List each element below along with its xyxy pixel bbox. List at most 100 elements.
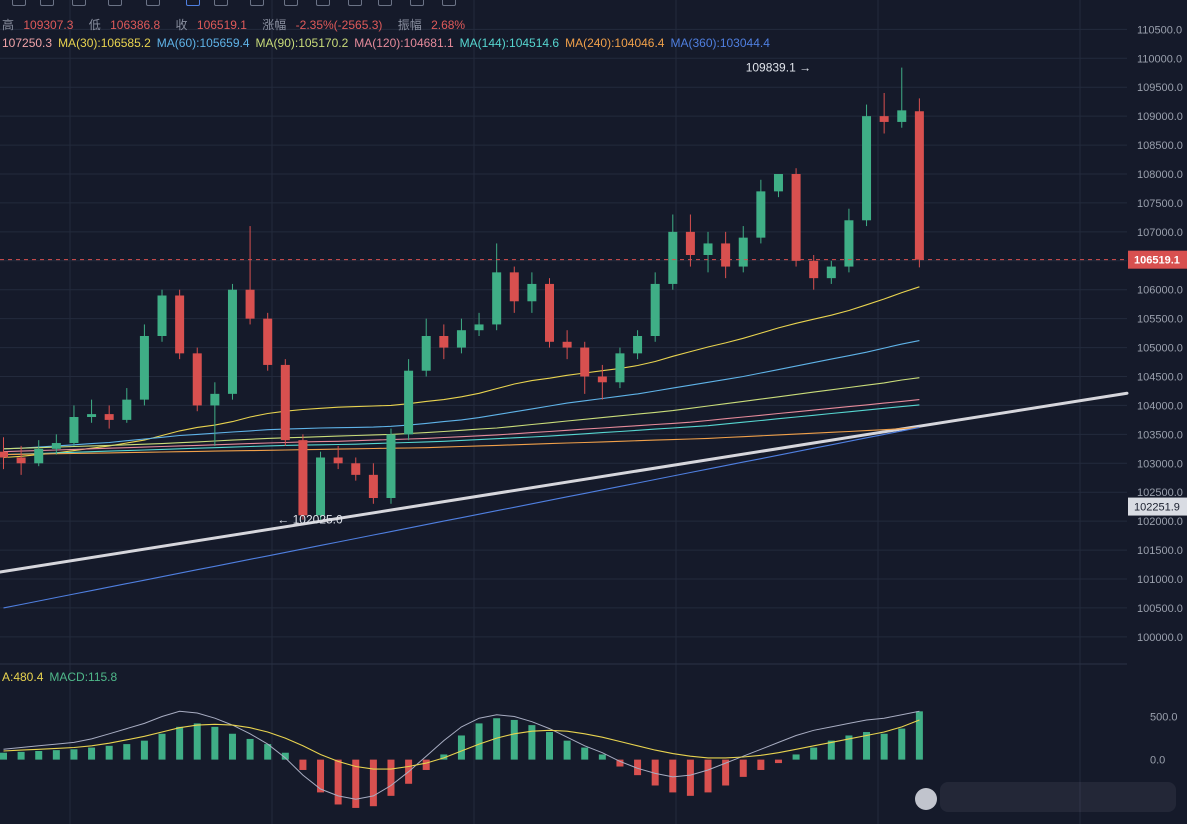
macd-histogram-bar (422, 759, 430, 770)
candle-body (404, 370, 414, 435)
candle-body (333, 457, 343, 464)
macd-histogram-bar (140, 740, 148, 760)
candle-body (368, 474, 378, 498)
macd-legend: A:480.4 MACD:115.8 (2, 670, 123, 684)
drawing-toolbar (0, 0, 470, 6)
bookmark-icon[interactable] (186, 0, 200, 6)
macd-legend-item: A:480.4 (2, 670, 44, 684)
candle-body (826, 266, 836, 279)
candle-body (721, 243, 731, 267)
toolbar-tool-icon[interactable] (442, 0, 456, 6)
price-tick-label: 110000.0 (1137, 53, 1182, 65)
toolbar-tool-icon[interactable] (72, 0, 86, 6)
price-tick-label: 104000.0 (1137, 400, 1183, 412)
candle-body (562, 341, 572, 348)
ma-legend-item: MA(90):105170.2 (255, 36, 349, 50)
macd-histogram-bar (757, 759, 765, 770)
candle-body (227, 289, 237, 394)
ma-legend: 107250.3 MA(30):106585.2 MA(60):105659.4 MA… (2, 36, 776, 50)
macd-histogram-bar (35, 751, 43, 760)
candle-body (34, 448, 44, 464)
candle-body (597, 376, 607, 383)
candle-body (580, 347, 590, 377)
candle-body (756, 191, 766, 238)
price-tick-label: 106000.0 (1137, 285, 1183, 297)
candle-body (104, 414, 114, 420)
macd-histogram-bar (457, 735, 465, 760)
candle-body (280, 364, 290, 441)
ohlc-info: 高 109307.3 低 106386.8 收 106519.1 涨幅 -2.3… (2, 16, 477, 33)
price-tick-label: 103500.0 (1137, 429, 1183, 441)
candle-body (897, 110, 907, 122)
macd-histogram-bar (739, 759, 747, 777)
price-tick-label: 107500.0 (1137, 198, 1183, 210)
price-tick-label: 102500.0 (1137, 487, 1183, 499)
chart-grid (0, 0, 1127, 824)
close-info: 收 106519.1 (175, 18, 247, 32)
watermark-banner (940, 782, 1176, 812)
toolbar-tool-icon[interactable] (40, 0, 54, 6)
ma-legend-item: 107250.3 (2, 36, 53, 50)
price-tick-label: 102000.0 (1137, 516, 1183, 528)
macd-histogram-bar (211, 726, 219, 760)
toolbar-tool-icon[interactable] (108, 0, 122, 6)
candle-body (192, 353, 202, 406)
macd-histogram-bar (792, 754, 800, 760)
ma-line (3, 426, 920, 609)
macd-histogram-bar (17, 751, 25, 760)
candle-body (0, 451, 8, 458)
macd-histogram-bar (387, 759, 395, 796)
toolbar-tool-icon[interactable] (316, 0, 330, 6)
price-axis: 100000.0 100500.0 101000.0 101500.0 102000.0… (1128, 24, 1187, 644)
macd-histogram-bar (228, 733, 236, 760)
candle-body (87, 414, 97, 417)
macd-histogram-bar (827, 740, 835, 760)
candle-body (738, 237, 748, 267)
price-tick-label: 107000.0 (1137, 227, 1183, 239)
candle-body (527, 283, 537, 302)
toolbar-tool-icon[interactable] (378, 0, 392, 6)
candle-body (791, 174, 801, 261)
price-tick-label: 104500.0 (1137, 372, 1183, 384)
toolbar-tool-icon[interactable] (146, 0, 160, 6)
price-tick-label: 103000.0 (1137, 458, 1183, 470)
candle-body (809, 260, 819, 279)
candle-body (298, 440, 308, 516)
price-tick-label: 101500.0 (1137, 545, 1183, 557)
toolbar-tool-icon[interactable] (250, 0, 264, 6)
candle-body (69, 417, 79, 444)
price-tick-label: 109000.0 (1137, 111, 1183, 123)
macd-histogram-bar (334, 759, 342, 805)
macd-histogram-bar (598, 754, 606, 760)
candle-body (914, 111, 924, 260)
toolbar-tool-icon[interactable] (12, 0, 26, 6)
toolbar-tool-icon[interactable] (410, 0, 424, 6)
macd-histogram-bar (70, 749, 78, 760)
pen-icon[interactable] (214, 0, 228, 6)
price-tick-label: 105500.0 (1137, 314, 1183, 326)
macd-histogram-bar (52, 750, 60, 760)
toolbar-tool-icon[interactable] (284, 0, 298, 6)
candle-body (210, 393, 220, 406)
candle-body (421, 336, 431, 371)
toolbar-tool-icon[interactable] (348, 0, 362, 6)
candle-body (650, 283, 660, 336)
macd-histogram-bar (369, 759, 377, 807)
macd-histogram-bar (510, 719, 518, 760)
macd-histogram-bar (475, 723, 483, 760)
price-chart[interactable]: 109839.1 → ← 102025.0 100000.0 100500.0 101… (0, 0, 1187, 824)
candle-body (474, 324, 484, 331)
macd-histogram-bar (105, 745, 113, 760)
candle-body (773, 174, 783, 192)
candle-body (139, 336, 149, 400)
high-info: 高 109307.3 (2, 18, 74, 32)
candle-body (51, 443, 61, 449)
candle-body (351, 463, 361, 475)
price-tick-label: 109500.0 (1137, 82, 1183, 94)
current-price-label: 106519.1 (1134, 255, 1180, 267)
macd-histogram-bar (704, 759, 712, 793)
amplitude-info: 振幅 2.68% (397, 18, 466, 32)
macd-histogram-bar (528, 725, 536, 760)
price-tick-label: 110500.0 (1137, 24, 1182, 36)
watermark-logo-icon (915, 788, 937, 810)
